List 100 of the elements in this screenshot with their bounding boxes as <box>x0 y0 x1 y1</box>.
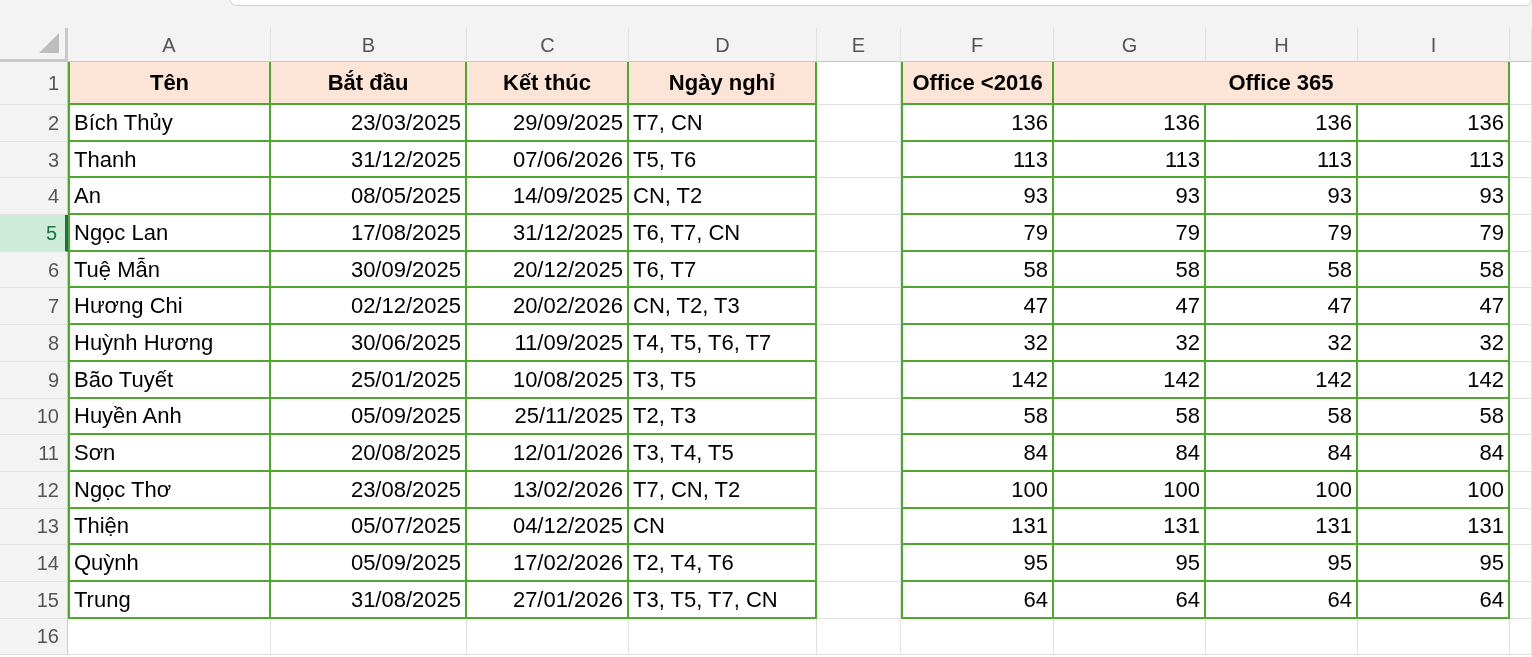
column-header[interactable]: I <box>1358 28 1510 62</box>
column-header[interactable]: D <box>629 28 817 62</box>
row-header[interactable]: 13 <box>0 508 68 546</box>
table-cell: 95 <box>901 545 1054 582</box>
column-header[interactable]: B <box>271 28 467 62</box>
column-header[interactable]: F <box>901 28 1054 62</box>
table-cell: 32 <box>1206 325 1358 362</box>
table-cell: 11/09/2025 <box>467 325 629 362</box>
table-cell: 31/08/2025 <box>271 581 467 619</box>
table-cell: 05/09/2025 <box>271 398 467 436</box>
row-header[interactable]: 16 <box>0 618 68 655</box>
row-header[interactable]: 5 <box>0 215 68 252</box>
table-cell: T2, T3 <box>629 398 817 436</box>
table-cell: 25/11/2025 <box>467 398 629 436</box>
header-cell: Ngày nghỉ <box>629 62 817 105</box>
table-cell: 136 <box>901 105 1054 142</box>
table-cell: Hương Chi <box>68 288 271 326</box>
table-cell: 27/01/2026 <box>467 581 629 619</box>
column-header[interactable]: C <box>467 28 629 62</box>
table-cell: T7, CN, T2 <box>629 471 817 509</box>
empty-cell <box>1510 141 1532 179</box>
column-header[interactable]: H <box>1206 28 1358 62</box>
table-cell: 05/07/2025 <box>271 508 467 546</box>
row-header[interactable]: 8 <box>0 325 68 362</box>
row-header[interactable]: 12 <box>0 471 68 509</box>
table-cell: 47 <box>1358 288 1510 326</box>
table-cell: 95 <box>1054 545 1206 582</box>
table-cell: T7, CN <box>629 105 817 142</box>
table-cell: 95 <box>1206 545 1358 582</box>
table-cell: 29/09/2025 <box>467 105 629 142</box>
row-header[interactable]: 7 <box>0 288 68 326</box>
row-header[interactable]: 14 <box>0 545 68 582</box>
table-cell: Sơn <box>68 435 271 472</box>
column-header[interactable]: E <box>817 28 901 62</box>
table-cell: 25/01/2025 <box>271 361 467 399</box>
table-cell: 64 <box>901 581 1054 619</box>
table-cell: T2, T4, T6 <box>629 545 817 582</box>
table-cell: CN, T2 <box>629 178 817 216</box>
triangle-icon <box>39 33 59 53</box>
table-cell: T3, T5, T7, CN <box>629 581 817 619</box>
table-cell: 136 <box>1054 105 1206 142</box>
table-cell: 30/06/2025 <box>271 325 467 362</box>
table-cell: T3, T5 <box>629 361 817 399</box>
table-cell: T4, T5, T6, T7 <box>629 325 817 362</box>
table-cell: 79 <box>901 215 1054 252</box>
table-cell: 08/05/2025 <box>271 178 467 216</box>
table-cell: 64 <box>1206 581 1358 619</box>
table-cell: 47 <box>1206 288 1358 326</box>
table-cell: 04/12/2025 <box>467 508 629 546</box>
header-cell: Bắt đầu <box>271 62 467 105</box>
table-cell: 84 <box>1358 435 1510 472</box>
table-cell: 95 <box>1358 545 1510 582</box>
table-cell: 32 <box>901 325 1054 362</box>
row-header[interactable]: 1 <box>0 62 68 105</box>
row-header[interactable]: 3 <box>0 141 68 179</box>
column-header[interactable] <box>1510 28 1532 62</box>
table-cell: 12/01/2026 <box>467 435 629 472</box>
table-cell: 58 <box>1054 251 1206 289</box>
table-cell: 20/02/2026 <box>467 288 629 326</box>
row-header[interactable]: 4 <box>0 178 68 216</box>
row-header[interactable]: 9 <box>0 361 68 399</box>
table-cell: 136 <box>1358 105 1510 142</box>
table-cell: 79 <box>1206 215 1358 252</box>
table-cell: 136 <box>1206 105 1358 142</box>
table-cell: 14/09/2025 <box>467 178 629 216</box>
header-cell: Tên <box>68 62 271 105</box>
table-cell: 131 <box>1358 508 1510 546</box>
select-all-button[interactable] <box>0 28 68 62</box>
table-cell: 93 <box>1054 178 1206 216</box>
row-header[interactable]: 2 <box>0 105 68 142</box>
empty-cell <box>1510 545 1532 582</box>
header-cell: Kết thúc <box>467 62 629 105</box>
empty-cell <box>1510 251 1532 289</box>
table-cell: Thanh <box>68 141 271 179</box>
table-cell: An <box>68 178 271 216</box>
table-cell: 58 <box>1206 251 1358 289</box>
table-cell: 02/12/2025 <box>271 288 467 326</box>
empty-cell <box>1510 325 1532 362</box>
table-cell: Tuệ Mẫn <box>68 251 271 289</box>
table-cell: 93 <box>1206 178 1358 216</box>
table-cell: 20/12/2025 <box>467 251 629 289</box>
table-cell: 58 <box>901 251 1054 289</box>
row-header[interactable]: 10 <box>0 398 68 436</box>
table-cell: 142 <box>1358 361 1510 399</box>
table-cell: 93 <box>901 178 1054 216</box>
empty-cell <box>1510 435 1532 472</box>
row-header[interactable]: 6 <box>0 251 68 289</box>
table-cell: 31/12/2025 <box>467 215 629 252</box>
table-cell: 47 <box>901 288 1054 326</box>
row-header[interactable]: 15 <box>0 581 68 619</box>
table-cell: 142 <box>901 361 1054 399</box>
table-cell: 31/12/2025 <box>271 141 467 179</box>
table-cell: 58 <box>1206 398 1358 436</box>
column-header[interactable]: G <box>1054 28 1206 62</box>
row-header[interactable]: 11 <box>0 435 68 472</box>
table-cell: 142 <box>1206 361 1358 399</box>
table-cell: 58 <box>1358 398 1510 436</box>
column-header[interactable]: A <box>68 28 271 62</box>
table-cell: 142 <box>1054 361 1206 399</box>
table-cell: Bích Thủy <box>68 105 271 142</box>
